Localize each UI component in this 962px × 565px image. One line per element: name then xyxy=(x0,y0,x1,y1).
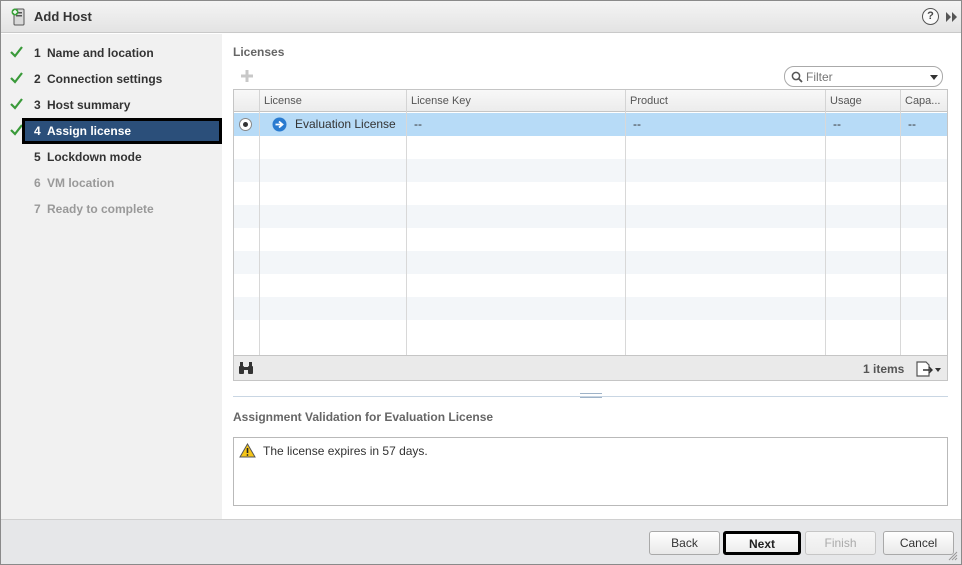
empty-row xyxy=(234,274,947,297)
step-number: 7 xyxy=(34,202,41,216)
empty-row xyxy=(234,320,947,343)
licenses-title: Licenses xyxy=(233,45,285,59)
add-license-icon[interactable] xyxy=(240,69,254,83)
column-divider xyxy=(625,112,626,355)
items-count: 1 items xyxy=(863,362,905,376)
filter-input[interactable] xyxy=(806,69,916,84)
wizard-steps-panel: 1 Name and location 2 Connection setting… xyxy=(1,34,222,519)
search-icon xyxy=(791,71,803,83)
splitter-handle[interactable] xyxy=(580,393,602,398)
step-label: Assign license xyxy=(47,124,132,138)
cell-capacity: -- xyxy=(908,117,916,131)
empty-row xyxy=(234,159,947,182)
step-label: VM location xyxy=(47,176,115,190)
step-assign-license[interactable]: 4 Assign license xyxy=(1,118,222,144)
row-radio-button[interactable] xyxy=(239,118,252,131)
step-host-summary[interactable]: 3 Host summary xyxy=(1,94,222,116)
export-icon[interactable] xyxy=(916,361,942,377)
chevron-down-icon[interactable] xyxy=(930,75,938,80)
empty-row xyxy=(234,297,947,320)
column-header-license-key[interactable]: License Key xyxy=(407,90,626,112)
empty-row xyxy=(234,251,947,274)
step-number: 3 xyxy=(34,98,41,112)
column-header-license[interactable]: License xyxy=(260,90,407,112)
column-header-product[interactable]: Product xyxy=(626,90,826,112)
main-panel: Licenses License License Key Product Usa… xyxy=(222,34,961,519)
dialog-title: Add Host xyxy=(34,9,92,24)
validation-panel: The license expires in 57 days. xyxy=(233,437,948,506)
step-vm-location: 6 VM location xyxy=(1,172,222,194)
cell-license-key: -- xyxy=(414,117,422,131)
step-label: Name and location xyxy=(47,46,154,60)
step-name-and-location[interactable]: 1 Name and location xyxy=(1,42,222,64)
dialog-footer: Back Next Finish Cancel xyxy=(1,519,961,564)
column-divider xyxy=(825,112,826,355)
checkmark-icon xyxy=(10,46,23,58)
warning-icon xyxy=(239,443,256,458)
table-footer: 1 items xyxy=(234,355,947,380)
binoculars-icon[interactable] xyxy=(238,361,254,375)
resize-grip-icon[interactable] xyxy=(948,551,958,561)
radio-dot xyxy=(243,122,248,127)
arrow-right-circle-icon xyxy=(272,117,287,132)
column-divider xyxy=(900,112,901,355)
expand-icon[interactable] xyxy=(945,11,959,23)
cell-license: Evaluation License xyxy=(295,117,396,131)
step-ready-to-complete: 7 Ready to complete xyxy=(1,198,222,220)
empty-row xyxy=(234,205,947,228)
validation-title: Assignment Validation for Evaluation Lic… xyxy=(233,410,494,424)
step-number: 6 xyxy=(34,176,41,190)
licenses-table: License License Key Product Usage Capa..… xyxy=(233,89,948,381)
empty-row xyxy=(234,136,947,159)
table-header: License License Key Product Usage Capa..… xyxy=(234,90,947,112)
step-number: 2 xyxy=(34,72,41,86)
column-divider xyxy=(406,112,407,355)
back-button[interactable]: Back xyxy=(649,531,720,555)
empty-row xyxy=(234,228,947,251)
step-label: Host summary xyxy=(47,98,131,112)
checkmark-icon xyxy=(10,72,23,84)
column-header-usage[interactable]: Usage xyxy=(826,90,901,112)
checkmark-icon xyxy=(10,98,23,110)
add-host-dialog: Add Host ? 1 Name and location 2 Connect… xyxy=(0,0,962,565)
column-header-capacity[interactable]: Capa... xyxy=(901,90,947,112)
step-label: Lockdown mode xyxy=(47,150,142,164)
step-label: Ready to complete xyxy=(47,202,154,216)
host-icon xyxy=(11,8,25,26)
empty-row xyxy=(234,182,947,205)
step-number: 5 xyxy=(34,150,41,164)
column-header-select xyxy=(234,90,260,112)
cell-product: -- xyxy=(633,117,641,131)
cell-usage: -- xyxy=(833,117,841,131)
cancel-button[interactable]: Cancel xyxy=(883,531,954,555)
next-button[interactable]: Next xyxy=(723,531,801,555)
step-connection-settings[interactable]: 2 Connection settings xyxy=(1,68,222,90)
step-lockdown-mode[interactable]: 5 Lockdown mode xyxy=(1,146,222,168)
title-bar: Add Host ? xyxy=(1,1,961,33)
step-number: 1 xyxy=(34,46,41,60)
step-number: 4 xyxy=(34,124,41,138)
column-divider xyxy=(259,112,260,355)
step-label: Connection settings xyxy=(47,72,163,86)
validation-message: The license expires in 57 days. xyxy=(263,444,428,458)
finish-button: Finish xyxy=(805,531,876,555)
table-row[interactable]: Evaluation License -- -- -- -- xyxy=(234,113,947,136)
help-icon[interactable]: ? xyxy=(922,8,939,25)
filter-dropdown[interactable] xyxy=(784,66,943,87)
